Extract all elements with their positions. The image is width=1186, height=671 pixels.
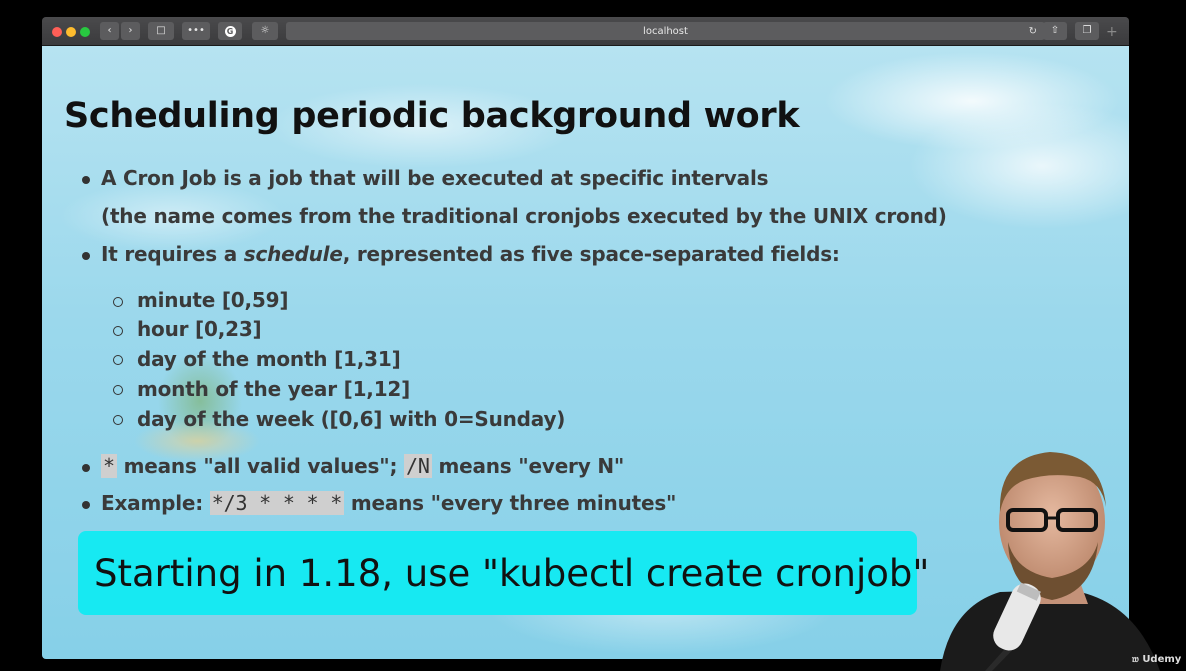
bullet-text-part: It requires a bbox=[101, 242, 244, 266]
bullet-text: It requires a schedule, represented as f… bbox=[101, 242, 840, 266]
bullet-dot bbox=[82, 464, 90, 472]
bullet-dot bbox=[82, 176, 90, 184]
close-window-button[interactable] bbox=[52, 27, 62, 37]
address-text: localhost bbox=[643, 25, 688, 37]
zoom-window-button[interactable] bbox=[80, 27, 90, 37]
address-bar[interactable]: localhost ↻ bbox=[286, 22, 1045, 40]
bullet-dot bbox=[82, 252, 90, 260]
sub-bullet-circle bbox=[113, 326, 123, 336]
forward-icon[interactable]: › bbox=[121, 22, 140, 40]
minimize-window-button[interactable] bbox=[66, 27, 76, 37]
tabs-icon[interactable]: ❐ bbox=[1075, 22, 1099, 40]
sub-bullet-circle bbox=[113, 415, 123, 425]
code-snippet: */3 * * * * bbox=[209, 491, 345, 515]
sidebar-icon[interactable]: □ bbox=[148, 22, 174, 40]
code-snippet: /N bbox=[404, 454, 432, 478]
bullet-text-part: means "every N" bbox=[431, 454, 625, 478]
highlight-banner: Starting in 1.18, use "kubectl create cr… bbox=[78, 531, 929, 615]
reload-icon[interactable]: ↻ bbox=[1029, 22, 1037, 40]
bullet-dot bbox=[82, 501, 90, 509]
bullet-text: Example: */3 * * * * means "every three … bbox=[101, 491, 676, 515]
bullet-text-part: means "all valid values"; bbox=[116, 454, 405, 478]
field-item: hour [0,23] bbox=[137, 317, 262, 341]
field-item: day of the month [1,31] bbox=[137, 347, 401, 371]
bullet-text: (the name comes from the traditional cro… bbox=[101, 204, 947, 228]
new-tab-icon[interactable]: + bbox=[1106, 25, 1118, 39]
field-item: month of the year [1,12] bbox=[137, 377, 411, 401]
bullet-text: * means "all valid values"; /N means "ev… bbox=[101, 454, 624, 478]
more-icon[interactable]: ••• bbox=[182, 22, 210, 40]
navigation-buttons: ‹ › bbox=[100, 22, 142, 40]
share-icon[interactable]: ⇧ bbox=[1043, 22, 1067, 40]
bullet-text-part: means "every three minutes" bbox=[344, 491, 677, 515]
field-item: minute [0,59] bbox=[137, 288, 289, 312]
browser-toolbar: ‹ › □ ••• G ☼ localhost ↻ ⇧ ❐ + bbox=[42, 17, 1129, 46]
back-icon[interactable]: ‹ bbox=[100, 22, 119, 40]
slide-title: Scheduling periodic background work bbox=[64, 96, 800, 136]
watermark-text: Udemy bbox=[1142, 654, 1182, 665]
sun-icon[interactable]: ☼ bbox=[252, 22, 278, 40]
emphasis-text: schedule bbox=[243, 242, 343, 266]
udemy-watermark: 𝔴 Udemy bbox=[1132, 654, 1182, 665]
field-item: day of the week ([0,6] with 0=Sunday) bbox=[137, 407, 566, 431]
sub-bullet-circle bbox=[113, 385, 123, 395]
bullet-text: A Cron Job is a job that will be execute… bbox=[101, 166, 769, 190]
code-snippet: * bbox=[101, 454, 117, 478]
sub-bullet-circle bbox=[113, 355, 123, 365]
banner-text: Starting in 1.18, use "kubectl create cr… bbox=[94, 551, 930, 595]
presenter-video bbox=[930, 432, 1186, 671]
bullet-text-part: , represented as five space-separated fi… bbox=[342, 242, 840, 266]
sub-bullet-circle bbox=[113, 297, 123, 307]
bullet-text-part: Example: bbox=[101, 491, 210, 515]
grammarly-icon[interactable]: G bbox=[218, 22, 242, 40]
